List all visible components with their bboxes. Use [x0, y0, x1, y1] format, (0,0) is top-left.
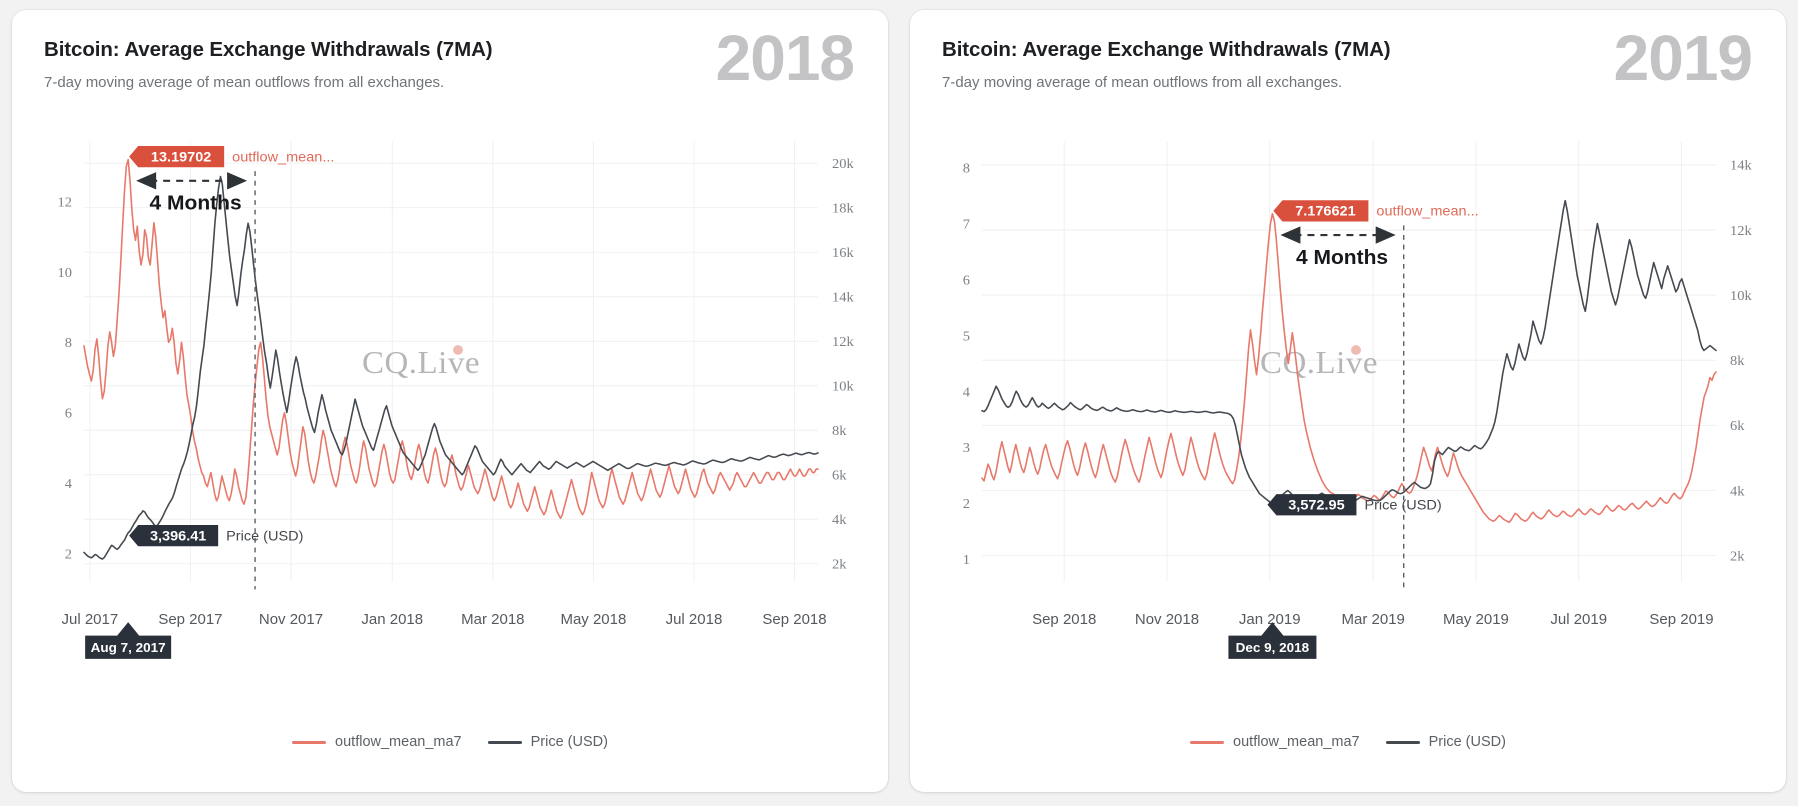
svg-text:3,572.95: 3,572.95 — [1288, 498, 1344, 514]
y2-axis-tick: 14k — [832, 290, 855, 306]
y-axis-tick: 2 — [963, 496, 970, 512]
svg-text:13.19702: 13.19702 — [151, 150, 211, 166]
y-axis-tick: 6 — [963, 273, 970, 289]
legend-swatch-price — [1385, 740, 1420, 744]
x-axis-tick: Sep 2019 — [1649, 612, 1713, 628]
legend-item-outflow[interactable]: outflow_mean_ma7 — [1190, 734, 1360, 750]
y2-axis-tick: 8k — [832, 423, 847, 439]
svg-text:Dec 9, 2018: Dec 9, 2018 — [1236, 640, 1309, 655]
y-axis-tick: 10 — [58, 265, 72, 281]
peak-value-badge: 7.176621 — [1273, 200, 1369, 222]
x-axis-tick: Sep 2017 — [158, 612, 222, 628]
peak-series-label: outflow_mean... — [232, 150, 334, 166]
span-arrow-head-right — [227, 172, 248, 190]
price-tooltip-badge: 3,572.95 — [1267, 494, 1357, 516]
y-axis-tick: 7 — [963, 217, 970, 233]
y2-axis-tick: 6k — [1730, 418, 1745, 434]
legend-swatch-outflow — [292, 740, 327, 744]
x-axis-tick: May 2018 — [560, 612, 626, 628]
cq-live-dot — [1351, 345, 1361, 355]
x-axis-tick: Nov 2017 — [259, 612, 323, 628]
legend-label-price: Price (USD) — [530, 734, 608, 750]
price-tooltip-label: Price (USD) — [1364, 498, 1441, 514]
year-watermark: 2018 — [715, 22, 855, 94]
y-axis-tick: 1 — [963, 552, 970, 568]
peak-value-badge: 13.19702 — [129, 146, 225, 168]
y2-axis-tick: 20k — [832, 156, 855, 172]
y2-axis-tick: 16k — [832, 245, 855, 261]
x-axis-tick: Mar 2018 — [461, 612, 524, 628]
legend-item-outflow[interactable]: outflow_mean_ma7 — [292, 734, 462, 750]
legend-label-outflow: outflow_mean_ma7 — [335, 734, 462, 750]
span-arrow-head-left — [136, 172, 157, 190]
chart-card-2018: Bitcoin: Average Exchange Withdrawals (7… — [12, 10, 888, 792]
chart-svg[interactable]: 8 7 6 5 4 3 2 1 14k 12k 10k 8k 6k 4k 2k Sep 2018 Nov 201… — [910, 128, 1786, 792]
span-label: 4 Months — [1296, 246, 1388, 269]
price-tooltip-badge: 3,396.41 — [129, 524, 219, 547]
y-axis-tick: 6 — [65, 406, 72, 422]
plot-area-2019[interactable]: 8 7 6 5 4 3 2 1 14k 12k 10k 8k 6k 4k 2k Sep 2018 Nov 201… — [910, 128, 1786, 792]
x-axis-tick: Jan 2018 — [361, 612, 423, 628]
x-axis-tick: Jul 2018 — [666, 612, 723, 628]
legend-label-outflow: outflow_mean_ma7 — [1233, 734, 1360, 750]
plot-area-2018[interactable]: 12 10 8 6 4 2 20k 18k 16k 14k 12k 10k 8k 6k 4k 2k Jul 20… — [12, 128, 888, 792]
y2-axis-tick: 14k — [1730, 158, 1753, 174]
chart-svg[interactable]: 12 10 8 6 4 2 20k 18k 16k 14k 12k 10k 8k 6k 4k 2k Jul 20… — [12, 128, 888, 792]
y-axis-tick: 12 — [58, 195, 72, 211]
x-axis-tick: Jul 2019 — [1550, 612, 1607, 628]
svg-text:Aug 7, 2017: Aug 7, 2017 — [91, 640, 166, 655]
svg-text:7.176621: 7.176621 — [1295, 204, 1355, 220]
x-axis-tick: May 2019 — [1443, 612, 1509, 628]
y2-axis-tick: 4k — [832, 512, 847, 528]
span-label: 4 Months — [150, 192, 242, 215]
legend-swatch-price — [487, 740, 522, 744]
y-axis-tick: 4 — [963, 384, 970, 400]
y2-axis-tick: 2k — [832, 557, 847, 573]
span-arrow-head-right — [1375, 226, 1396, 244]
y2-axis-tick: 10k — [1730, 288, 1753, 304]
y-axis-tick: 8 — [65, 335, 72, 351]
price-tooltip-label: Price (USD) — [226, 529, 303, 545]
peak-series-label: outflow_mean... — [1376, 204, 1478, 220]
y2-axis-tick: 2k — [1730, 549, 1745, 565]
y2-axis-tick: 4k — [1730, 483, 1745, 499]
legend-label-price: Price (USD) — [1428, 734, 1506, 750]
y-axis-tick: 8 — [963, 161, 970, 177]
y-axis-tick: 5 — [963, 329, 970, 345]
y2-axis-tick: 10k — [832, 379, 855, 395]
svg-text:3,396.41: 3,396.41 — [150, 529, 206, 545]
chart-legend: outflow_mean_ma7 Price (USD) — [12, 734, 888, 750]
x-axis-tick: Jul 2017 — [62, 612, 119, 628]
x-axis-tick: Nov 2018 — [1135, 612, 1199, 628]
y-axis-tick: 3 — [963, 440, 970, 456]
y2-axis-tick: 12k — [832, 334, 855, 350]
legend-item-price[interactable]: Price (USD) — [1385, 734, 1506, 750]
x-axis-tick: Sep 2018 — [1032, 612, 1096, 628]
y2-axis-tick: 12k — [1730, 223, 1753, 239]
y2-axis-tick: 8k — [1730, 353, 1745, 369]
y-axis-tick: 4 — [65, 476, 72, 492]
y2-axis-tick: 18k — [832, 201, 855, 217]
legend-item-price[interactable]: Price (USD) — [487, 734, 608, 750]
chart-legend: outflow_mean_ma7 Price (USD) — [910, 734, 1786, 750]
chart-card-2019: Bitcoin: Average Exchange Withdrawals (7… — [910, 10, 1786, 792]
y-axis-tick: 2 — [65, 547, 72, 563]
dashboard-board: Bitcoin: Average Exchange Withdrawals (7… — [0, 0, 1798, 806]
year-watermark: 2019 — [1613, 22, 1753, 94]
span-arrow-head-left — [1280, 226, 1301, 244]
x-axis-tick: Mar 2019 — [1342, 612, 1405, 628]
cq-live-dot — [453, 345, 463, 355]
y2-axis-tick: 6k — [832, 468, 847, 484]
x-axis-tick: Sep 2018 — [762, 612, 826, 628]
legend-swatch-outflow — [1190, 740, 1225, 744]
